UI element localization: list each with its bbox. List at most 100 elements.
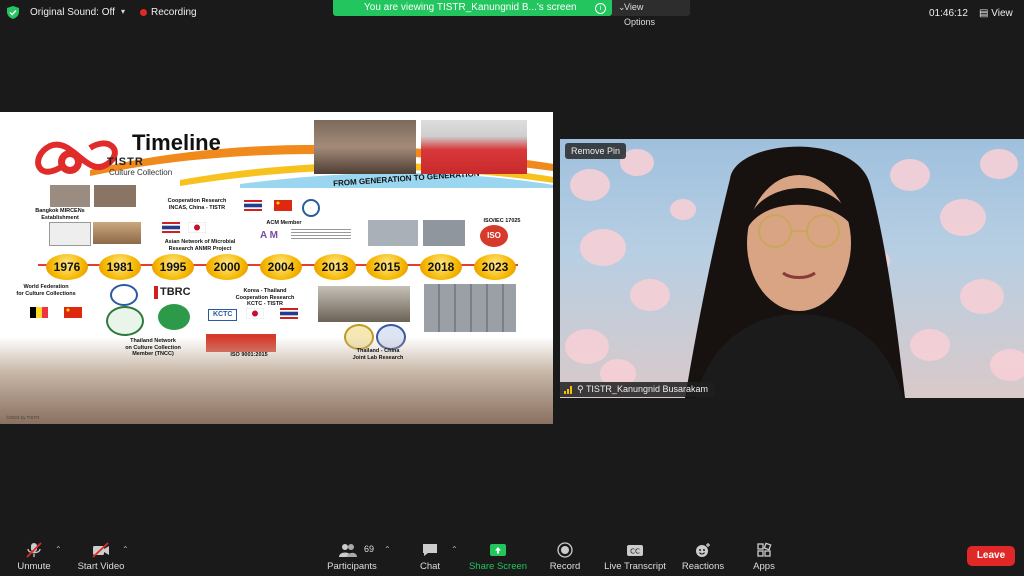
ministry-seal: [106, 306, 144, 336]
tbrc-logo: TBRC: [154, 286, 191, 300]
blossom-cluster: [565, 329, 609, 365]
unmute-label: Unmute: [17, 561, 51, 572]
banner-text: You are viewing TISTR_Kanungnid B...'s s…: [364, 2, 577, 13]
remove-pin-button[interactable]: Remove Pin: [565, 143, 627, 159]
caption-acm: ACM Member: [266, 220, 302, 226]
green-seal: [158, 304, 190, 330]
brand-name: TISTR: [107, 156, 144, 168]
iso-badge: ISO: [480, 225, 508, 247]
thailand-flag-icon: [162, 222, 180, 233]
meeting-clock: 01:46:12: [929, 8, 968, 19]
belgium-flag-icon: [30, 307, 48, 318]
acm-description: [291, 229, 351, 241]
live-transcript-label: Live Transcript: [604, 561, 666, 572]
reactions-label: Reactions: [681, 561, 725, 572]
blossom-cluster: [580, 229, 626, 266]
acm-logo: A M: [260, 230, 278, 241]
participant-video[interactable]: Remove Pin ⚲ TISTR_Kanungnid Busarakam: [560, 139, 1024, 398]
record-label: Record: [549, 561, 581, 572]
live-transcript-button[interactable]: CC Live Transcript: [600, 537, 670, 576]
share-screen-label: Share Screen: [468, 561, 528, 572]
timeline-year: 1995: [152, 254, 194, 280]
thailand-flag-icon: [244, 200, 262, 211]
korea-flag-icon: [246, 308, 264, 319]
building-photo: [93, 222, 141, 244]
top-bar: Original Sound: Off ▾ Recording You are …: [0, 0, 1024, 27]
timeline-year: 1976: [46, 254, 88, 280]
caption-mircen: Bangkok MIRCENs Establishment: [35, 208, 85, 221]
timeline-year: 2000: [206, 254, 248, 280]
audio-options-caret[interactable]: ⌃: [55, 545, 62, 554]
info-icon[interactable]: i: [595, 3, 606, 14]
grid-icon: ▤: [979, 8, 989, 19]
view-options-label: View Options ⌄: [618, 2, 656, 27]
pin-icon: ⚲: [577, 384, 584, 394]
caption-iso17025: ISO/IEC 17025: [483, 218, 521, 224]
blossom-cluster: [990, 349, 1024, 381]
japan-flag-icon: [188, 222, 206, 233]
participant-name: TISTR_Kanungnid Busarakam: [585, 384, 708, 394]
start-video-label: Start Video: [77, 561, 125, 572]
blossom-cluster: [940, 199, 986, 236]
original-sound-toggle[interactable]: Original Sound: Off: [30, 7, 115, 18]
record-icon: [557, 542, 573, 558]
caption-korea: Korea - Thailand Cooperation Research KC…: [235, 288, 295, 308]
closed-caption-icon: CC: [627, 545, 643, 556]
chat-caret[interactable]: ⌃: [451, 545, 458, 554]
camera-off-icon: [92, 542, 109, 558]
caption-china: Thailand - China Joint Lab Research: [352, 348, 404, 361]
brand-subtitle: Culture Collection: [109, 168, 173, 177]
chat-label: Chat: [419, 561, 441, 572]
participant-name-tag: ⚲ TISTR_Kanungnid Busarakam: [560, 382, 714, 397]
meeting-toolbar: Unmute ⌃ Start Video ⌃ 69 Participants ⌃…: [0, 537, 1024, 576]
screen-share-banner: You are viewing TISTR_Kanungnid B...'s s…: [333, 0, 612, 16]
group-photo: [314, 120, 416, 174]
share-screen-button[interactable]: Share Screen: [468, 537, 528, 576]
meeting-photo: [318, 286, 410, 322]
storage-photo: [424, 284, 516, 332]
slide-copyright: ©2022 by TISTR: [6, 415, 40, 420]
chat-button[interactable]: Chat: [412, 537, 448, 576]
caption-tncc: Thailand Network on Culture Collection M…: [125, 338, 181, 358]
chevron-down-icon[interactable]: ▾: [121, 7, 125, 16]
recording-indicator[interactable]: Recording: [151, 7, 197, 18]
caption-anmr: Asian Network of Microbial Research ANMR…: [164, 239, 236, 252]
svg-text:CC: CC: [630, 548, 640, 556]
participants-label: Participants: [327, 561, 377, 572]
apps-label: Apps: [753, 561, 775, 572]
share-screen-icon: [490, 544, 506, 556]
signal-strength-icon: [564, 385, 574, 394]
record-button[interactable]: Record: [545, 537, 585, 576]
participants-icon: [339, 544, 357, 557]
timeline-year: 2015: [366, 254, 408, 280]
lab-photo: [423, 220, 465, 246]
thailand-flag-icon: [280, 308, 298, 319]
campus-photo: [0, 337, 553, 424]
participant-figure: [685, 146, 905, 398]
timeline-year: 2023: [474, 254, 516, 280]
recording-dot-icon: [140, 9, 147, 16]
view-button[interactable]: ▤ View: [979, 8, 1013, 19]
unesco-logo: [49, 222, 91, 246]
reactions-button[interactable]: Reactions: [680, 537, 726, 576]
blossom-cluster: [960, 279, 1004, 315]
start-video-button[interactable]: Start Video: [74, 537, 128, 576]
reaction-emoji-icon: [696, 543, 710, 557]
shared-screen: Timeline TISTR Culture Collection FROM G…: [0, 112, 553, 424]
incas-logo: [302, 199, 320, 217]
participants-caret[interactable]: ⌃: [384, 545, 391, 554]
timeline-year: 2013: [314, 254, 356, 280]
china-flag-icon: [64, 307, 82, 318]
participants-button[interactable]: 69 Participants: [324, 537, 380, 576]
building-photo: [94, 185, 136, 207]
chat-icon: [423, 544, 437, 556]
unmute-button[interactable]: Unmute: [12, 537, 56, 576]
tistr-emblem: [110, 284, 138, 306]
apps-icon: [757, 542, 772, 557]
apps-button[interactable]: Apps: [746, 537, 782, 576]
video-options-caret[interactable]: ⌃: [122, 545, 129, 554]
view-options-button[interactable]: View Options ⌄: [612, 0, 690, 27]
shield-check-icon[interactable]: [7, 6, 19, 19]
leave-button[interactable]: Leave: [967, 546, 1015, 566]
group-photo-red: [421, 120, 527, 174]
